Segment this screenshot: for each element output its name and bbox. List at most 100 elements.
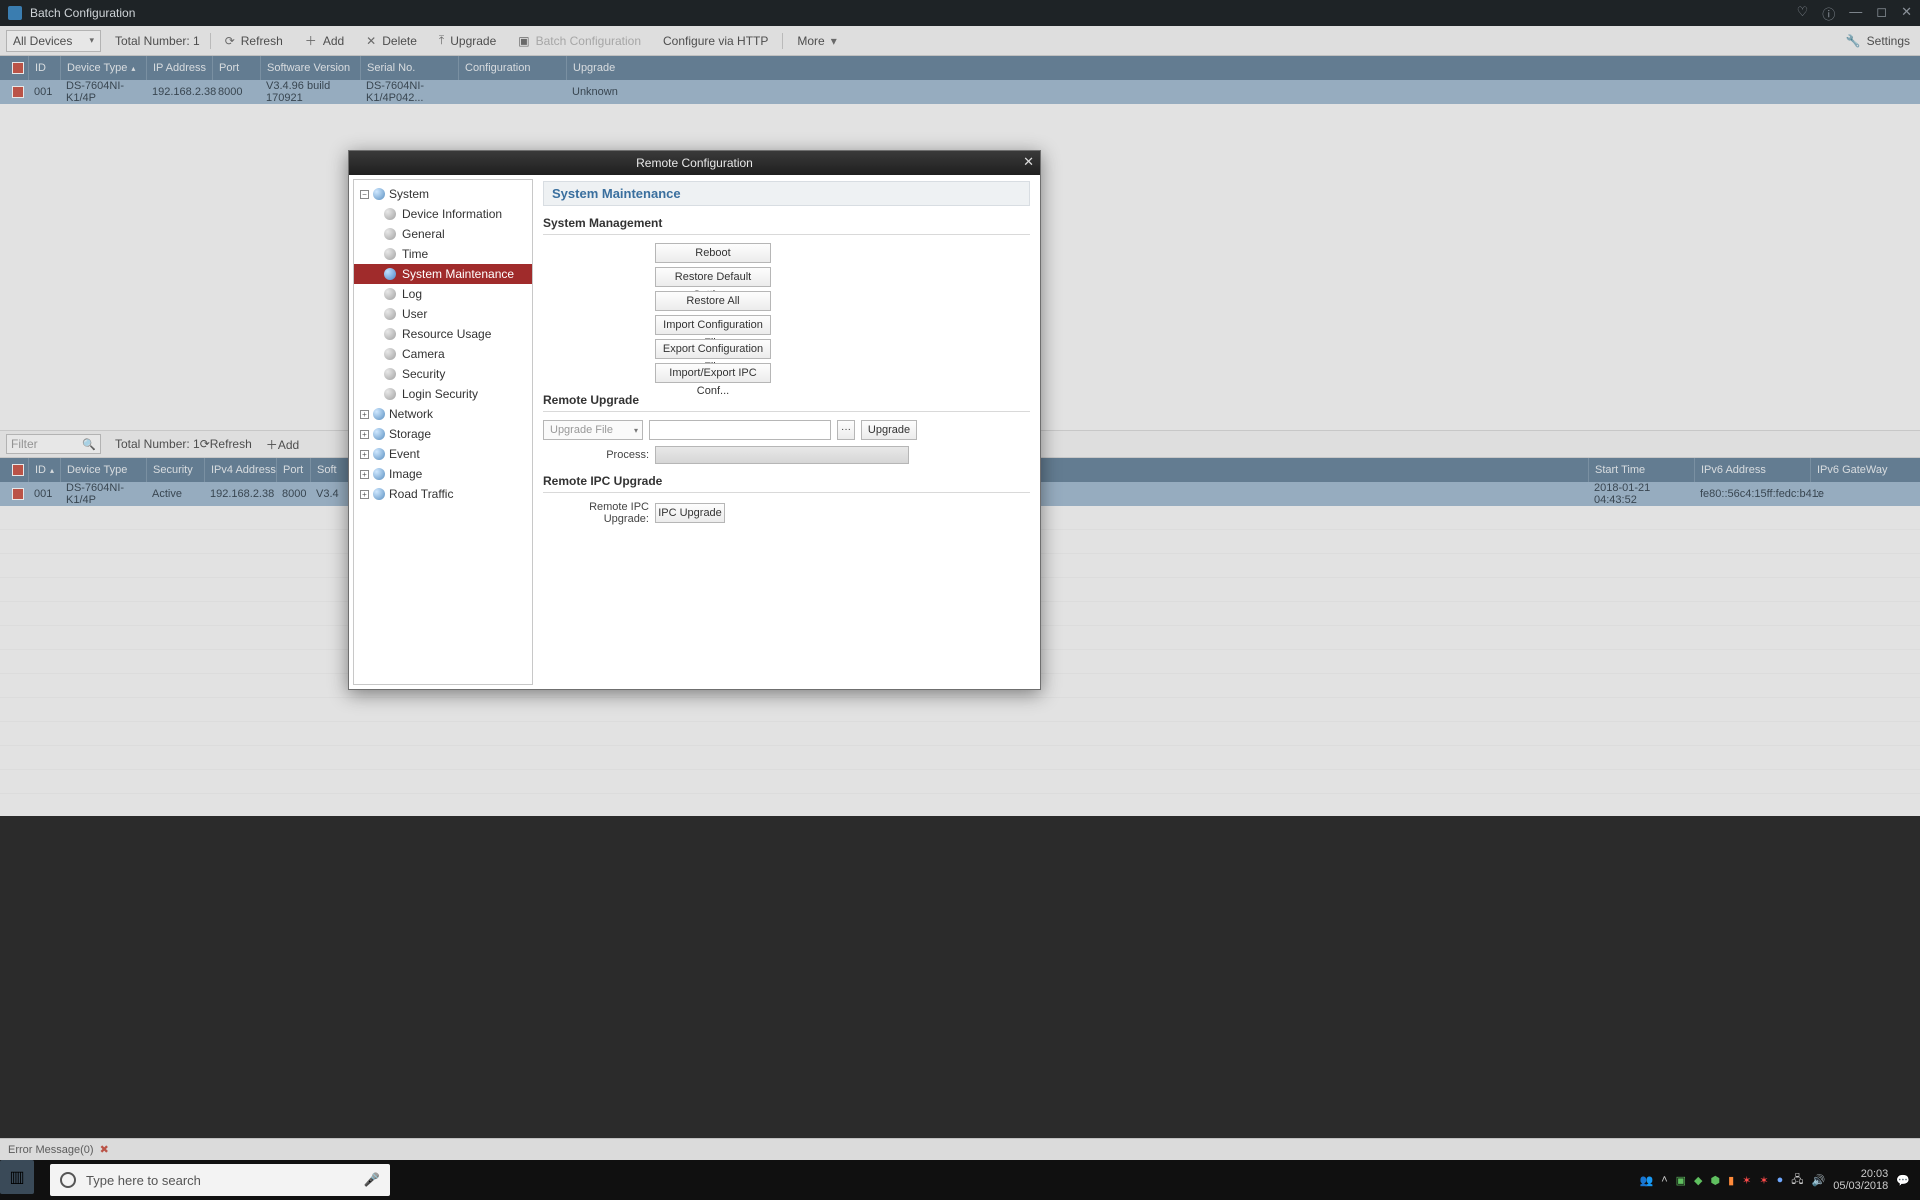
- bell-icon[interactable]: ♡: [1797, 4, 1809, 23]
- dialog-titlebar[interactable]: Remote Configuration ✕: [349, 151, 1040, 175]
- tray-icon-5[interactable]: ✶: [1742, 1174, 1751, 1187]
- col-serial[interactable]: Serial No.: [360, 56, 458, 80]
- tray-icon-1[interactable]: ▣: [1676, 1174, 1686, 1187]
- import-export-ipc-button[interactable]: Import/Export IPC Conf...: [655, 363, 771, 383]
- upgrade-path-input[interactable]: [649, 420, 831, 440]
- tree-node-road-traffic[interactable]: +Road Traffic: [354, 484, 532, 504]
- app-icon-11[interactable]: ▥: [0, 1160, 34, 1194]
- info-icon[interactable]: ⓘ: [1822, 4, 1835, 23]
- import-config-button[interactable]: Import Configuration File: [655, 315, 771, 335]
- tree-leaf-time[interactable]: Time: [354, 244, 532, 264]
- tree-leaf-general[interactable]: General: [354, 224, 532, 244]
- table-row[interactable]: 001 DS-7604NI-K1/4P 192.168.2.38 8000 V3…: [0, 80, 1920, 104]
- tree-leaf-login-security[interactable]: Login Security: [354, 384, 532, 404]
- maximize-button[interactable]: ◻: [1876, 4, 1887, 23]
- settings-button[interactable]: 🔧Settings: [1842, 34, 1914, 48]
- tray-chevron-icon[interactable]: ˄: [1661, 1174, 1667, 1186]
- add-button[interactable]: ＋Add: [301, 32, 348, 49]
- browse-button[interactable]: ···: [837, 420, 855, 440]
- tray-icon-4[interactable]: ▮: [1728, 1174, 1734, 1187]
- close-error-icon[interactable]: ✖: [100, 1143, 109, 1156]
- col2-ipv4[interactable]: IPv4 Address: [204, 458, 276, 482]
- upgrade-button[interactable]: ⤒Upgrade: [435, 33, 500, 48]
- tree-leaf-user[interactable]: User: [354, 304, 532, 324]
- batch-icon: ▣: [518, 34, 529, 48]
- col-ip[interactable]: IP Address: [146, 56, 212, 80]
- expand-icon[interactable]: +: [360, 410, 369, 419]
- tree-leaf-camera[interactable]: Camera: [354, 344, 532, 364]
- cell2-device-type: DS-7604NI-K1/4P: [60, 482, 146, 506]
- tree-node-storage[interactable]: +Storage: [354, 424, 532, 444]
- row-checkbox[interactable]: [12, 86, 24, 98]
- expand-icon[interactable]: +: [360, 490, 369, 499]
- col2-ipv6[interactable]: IPv6 Address: [1694, 458, 1810, 482]
- dialog-close-button[interactable]: ✕: [1023, 154, 1034, 170]
- tray-icon-3[interactable]: ⬢: [1711, 1174, 1721, 1187]
- col-upgrade[interactable]: Upgrade: [566, 56, 615, 80]
- action-center-icon[interactable]: 💬: [1896, 1174, 1910, 1187]
- tray-network-icon[interactable]: 🖧: [1791, 1171, 1803, 1190]
- col2-device-type[interactable]: Device Type: [60, 458, 146, 482]
- app-icon: [8, 6, 22, 20]
- upgrade-action-button[interactable]: Upgrade: [861, 420, 917, 440]
- tree-node-image[interactable]: +Image: [354, 464, 532, 484]
- ipc-upgrade-button[interactable]: IPC Upgrade: [655, 503, 725, 523]
- col2-start-time[interactable]: Start Time: [1588, 458, 1694, 482]
- tree-leaf-system-maintenance[interactable]: System Maintenance: [354, 264, 532, 284]
- collapse-icon[interactable]: −: [360, 190, 369, 199]
- wrench-icon: 🔧: [1846, 34, 1861, 48]
- col-software-version[interactable]: Software Version: [260, 56, 360, 80]
- lower-refresh-label: Refresh: [210, 437, 252, 451]
- tree-leaf-log[interactable]: Log: [354, 284, 532, 304]
- col-configuration[interactable]: Configuration: [458, 56, 566, 80]
- tree-leaf-security[interactable]: Security: [354, 364, 532, 384]
- col-port[interactable]: Port: [212, 56, 260, 80]
- col-id[interactable]: ID: [28, 56, 60, 80]
- error-message-label[interactable]: Error Message(0): [8, 1144, 94, 1156]
- configure-http-button[interactable]: Configure via HTTP: [659, 34, 772, 48]
- globe-icon: [373, 468, 385, 480]
- restore-all-button[interactable]: Restore All: [655, 291, 771, 311]
- tree-leaf-device-info[interactable]: Device Information: [354, 204, 532, 224]
- mic-icon[interactable]: 🎤: [364, 1172, 380, 1188]
- row-checkbox-2[interactable]: [12, 488, 24, 500]
- restore-default-button[interactable]: Restore Default Settings: [655, 267, 771, 287]
- col2-security[interactable]: Security: [146, 458, 204, 482]
- tray-icon-6[interactable]: ✶: [1759, 1174, 1768, 1187]
- refresh-button[interactable]: ⟳Refresh: [221, 34, 287, 48]
- delete-button[interactable]: ✕Delete: [362, 34, 421, 48]
- upgrade-icon: ⤒: [439, 33, 444, 48]
- lower-refresh-button[interactable]: ⟳Refresh: [200, 437, 252, 451]
- tray-volume-icon[interactable]: 🔊: [1812, 1174, 1826, 1187]
- devices-dropdown[interactable]: All Devices: [6, 30, 101, 52]
- node-icon: [384, 348, 396, 360]
- reboot-button[interactable]: Reboot: [655, 243, 771, 263]
- expand-icon[interactable]: +: [360, 430, 369, 439]
- lower-add-button[interactable]: ＋Add: [266, 436, 299, 453]
- taskbar-clock[interactable]: 20:03 05/03/2018: [1833, 1168, 1888, 1192]
- tree-node-system[interactable]: −System: [354, 184, 532, 204]
- filter-input[interactable]: Filter🔍: [6, 434, 101, 454]
- col2-port[interactable]: Port: [276, 458, 310, 482]
- system-tray[interactable]: 👥 ˄ ▣ ◆ ⬢ ▮ ✶ ✶ ● 🖧 🔊 20:03 05/03/2018 💬: [1639, 1168, 1920, 1192]
- upgrade-file-combo[interactable]: Upgrade File: [543, 420, 643, 440]
- more-button[interactable]: More▾: [793, 34, 840, 48]
- col2-id[interactable]: ID▴: [28, 458, 60, 482]
- taskbar-search[interactable]: Type here to search 🎤: [50, 1164, 390, 1196]
- tree-leaf-resource[interactable]: Resource Usage: [354, 324, 532, 344]
- col2-ipv6-gw[interactable]: IPv6 GateWay: [1810, 458, 1920, 482]
- tray-people-icon[interactable]: 👥: [1639, 1174, 1653, 1187]
- select-all-checkbox[interactable]: [12, 62, 24, 74]
- col-device-type[interactable]: Device Type▴: [60, 56, 146, 80]
- tree-node-event[interactable]: +Event: [354, 444, 532, 464]
- tree-node-network[interactable]: +Network: [354, 404, 532, 424]
- tray-icon-2[interactable]: ◆: [1694, 1174, 1702, 1187]
- select-all-checkbox-2[interactable]: [12, 464, 24, 476]
- minimize-button[interactable]: —: [1849, 4, 1862, 23]
- expand-icon[interactable]: +: [360, 450, 369, 459]
- export-config-button[interactable]: Export Configuration File: [655, 339, 771, 359]
- globe-icon: [373, 408, 385, 420]
- tray-icon-7[interactable]: ●: [1777, 1174, 1784, 1186]
- close-button[interactable]: ✕: [1901, 4, 1912, 23]
- expand-icon[interactable]: +: [360, 470, 369, 479]
